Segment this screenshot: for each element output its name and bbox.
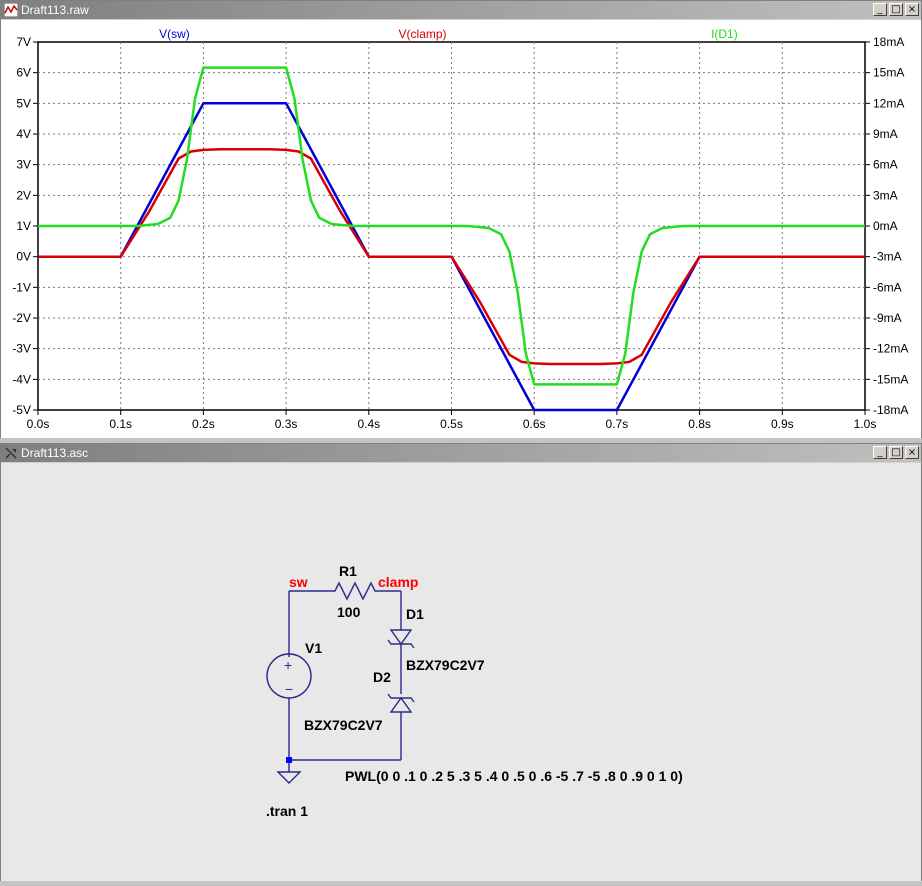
y-left-tick-label: -1V bbox=[12, 280, 31, 294]
trace-label[interactable]: I(D1) bbox=[711, 27, 738, 41]
y-right-tick-label: -6mA bbox=[873, 280, 902, 294]
zener-d1[interactable] bbox=[389, 629, 413, 646]
waveform-window-title: Draft113.raw bbox=[21, 3, 89, 17]
y-left-tick-label: 5V bbox=[16, 96, 31, 110]
y-right-tick-label: -9mA bbox=[873, 311, 902, 325]
y-left-tick-label: 2V bbox=[16, 188, 31, 202]
minimize-button[interactable]: _ bbox=[873, 446, 887, 459]
y-left-tick-label: 6V bbox=[16, 66, 31, 80]
x-tick-label: 0.5s bbox=[440, 417, 463, 431]
x-tick-label: 0.7s bbox=[606, 417, 629, 431]
trace-label[interactable]: V(clamp) bbox=[399, 27, 447, 41]
y-left-tick-label: 4V bbox=[16, 127, 31, 141]
net-label-sw[interactable]: sw bbox=[289, 574, 308, 590]
y-left-tick-label: -2V bbox=[12, 311, 31, 325]
schematic-window: Draft113.asc _ □ × + − sw clamp R1 100 V… bbox=[0, 443, 922, 881]
schematic-canvas[interactable]: + − sw clamp R1 100 V1 D1 BZX79C2V7 D2 B… bbox=[1, 463, 921, 881]
x-tick-label: 0.1s bbox=[109, 417, 132, 431]
y-right-tick-label: 12mA bbox=[873, 96, 904, 110]
plot-area[interactable]: 0.0s 0.1s 0.2s 0.3s 0.4s 0.5s 0.6s 0.7s 0.8s 0.9s… bbox=[1, 20, 921, 438]
d1-model[interactable]: BZX79C2V7 bbox=[406, 657, 485, 673]
y-right-tick-label: -18mA bbox=[873, 403, 908, 417]
v1-name[interactable]: V1 bbox=[305, 640, 322, 656]
trace-label[interactable]: V(sw) bbox=[159, 27, 190, 41]
close-button[interactable]: × bbox=[905, 446, 919, 459]
y-right-tick-label: 18mA bbox=[873, 35, 904, 49]
y-right-tick-label: 0mA bbox=[873, 219, 898, 233]
v1-value[interactable]: PWL(0 0 .1 0 .2 5 .3 5 .4 0 .5 0 .6 -5 .… bbox=[345, 768, 683, 784]
y-left-tick-label: -4V bbox=[12, 372, 31, 386]
ground-symbol[interactable] bbox=[276, 771, 302, 784]
r1-value[interactable]: 100 bbox=[337, 604, 361, 620]
x-tick-label: 0.2s bbox=[192, 417, 215, 431]
v1-plus-sign: + bbox=[284, 657, 292, 673]
y-left-tick-label: 1V bbox=[16, 219, 31, 233]
y-right-tick-label: 6mA bbox=[873, 158, 898, 172]
r1-name[interactable]: R1 bbox=[339, 563, 357, 579]
y-right-tick-label: 15mA bbox=[873, 66, 904, 80]
y-left-tick-label: -5V bbox=[12, 403, 31, 417]
d2-name[interactable]: D2 bbox=[373, 669, 391, 685]
y-right-tick-label: -3mA bbox=[873, 250, 902, 264]
zener-d2[interactable] bbox=[389, 696, 413, 713]
x-tick-label: 0.8s bbox=[688, 417, 711, 431]
maximize-button[interactable]: □ bbox=[889, 446, 903, 459]
y-right-tick-label: -15mA bbox=[873, 372, 908, 386]
waveform-titlebar[interactable]: Draft113.raw _ □ × bbox=[1, 1, 921, 19]
schematic-titlebar[interactable]: Draft113.asc _ □ × bbox=[1, 444, 921, 462]
x-tick-label: 0.4s bbox=[357, 417, 380, 431]
close-button[interactable]: × bbox=[905, 3, 919, 16]
x-tick-label: 1.0s bbox=[854, 417, 877, 431]
v1-minus-sign: − bbox=[285, 681, 293, 697]
x-tick-label: 0.6s bbox=[523, 417, 546, 431]
ground-node[interactable] bbox=[286, 757, 292, 763]
maximize-button[interactable]: □ bbox=[889, 3, 903, 16]
d1-name[interactable]: D1 bbox=[406, 606, 424, 622]
schematic-drawing[interactable]: + − sw clamp R1 100 V1 D1 BZX79C2V7 D2 B… bbox=[1, 463, 921, 881]
net-label-clamp[interactable]: clamp bbox=[378, 574, 418, 590]
y-left-tick-label: 0V bbox=[16, 250, 31, 264]
y-right-tick-label: 3mA bbox=[873, 188, 898, 202]
x-tick-label: 0.9s bbox=[771, 417, 794, 431]
waveform-icon bbox=[4, 3, 18, 17]
minimize-button[interactable]: _ bbox=[873, 3, 887, 16]
y-left-tick-label: 7V bbox=[16, 35, 31, 49]
d2-model[interactable]: BZX79C2V7 bbox=[304, 717, 383, 733]
x-tick-label: 0.0s bbox=[27, 417, 50, 431]
y-right-tick-label: 9mA bbox=[873, 127, 898, 141]
schematic-icon bbox=[5, 447, 17, 459]
waveform-chart[interactable]: 0.0s 0.1s 0.2s 0.3s 0.4s 0.5s 0.6s 0.7s 0.8s 0.9s… bbox=[1, 20, 921, 438]
y-right-tick-label: -12mA bbox=[873, 342, 908, 356]
y-left-tick-label: -3V bbox=[12, 342, 31, 356]
spice-directive[interactable]: .tran 1 bbox=[266, 803, 308, 819]
x-tick-label: 0.3s bbox=[275, 417, 298, 431]
schematic-window-title: Draft113.asc bbox=[21, 446, 89, 460]
y-left-tick-label: 3V bbox=[16, 158, 31, 172]
waveform-window: Draft113.raw _ □ × 0.0s 0.1s 0.2s 0.3s 0.4s 0… bbox=[0, 0, 922, 438]
